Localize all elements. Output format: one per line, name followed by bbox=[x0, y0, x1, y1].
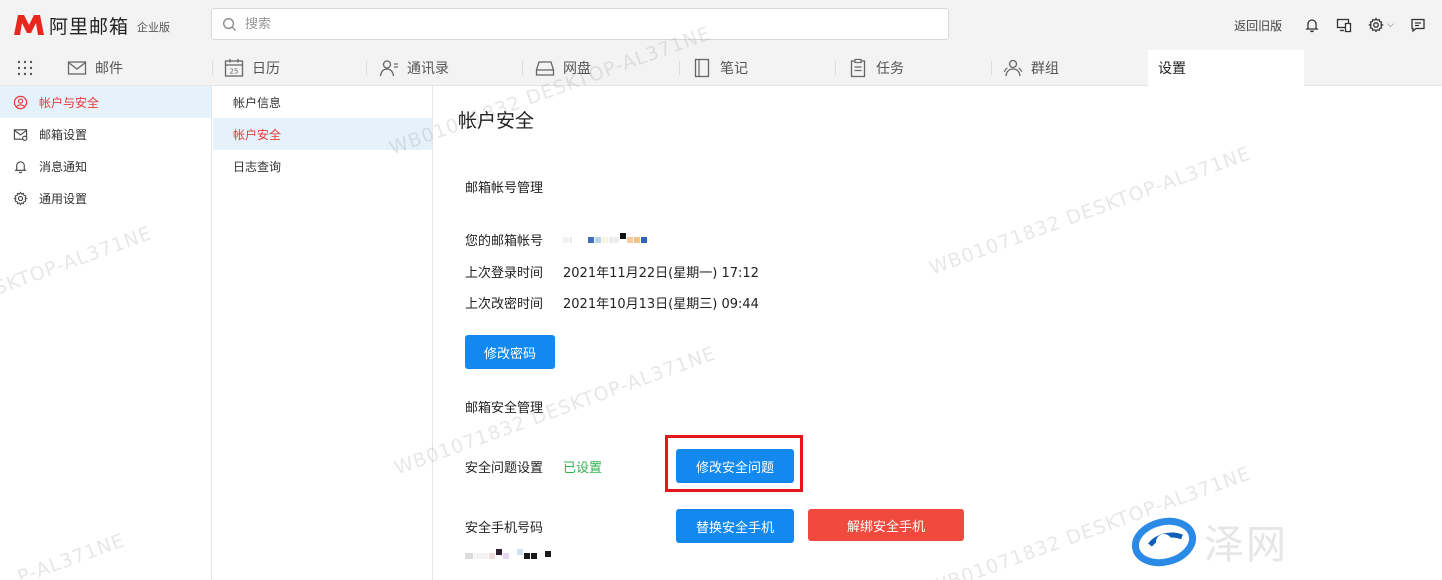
sidebar-item-label: 邮箱设置 bbox=[39, 127, 88, 142]
main-content: 帐户安全 邮箱帐号管理 您的邮箱帐号 上次登录时间 2021年11月22日(星期… bbox=[433, 86, 1442, 580]
modify-security-question-button[interactable]: 修改安全问题 bbox=[676, 449, 794, 483]
notification-bell-button[interactable] bbox=[1304, 17, 1320, 33]
sidebar-item-label: 消息通知 bbox=[39, 159, 88, 174]
tab-contacts[interactable]: 通讯录 bbox=[379, 50, 449, 86]
group-icon bbox=[1003, 59, 1023, 77]
tab-mail[interactable]: 邮件 bbox=[67, 50, 123, 86]
redacted-phone-value bbox=[465, 549, 552, 563]
sidebar-item-account-security[interactable]: 帐户与安全 bbox=[0, 86, 211, 118]
redacted-account-value bbox=[563, 232, 648, 247]
submenu-item-log-query[interactable]: 日志查询 bbox=[213, 150, 432, 182]
submenu-item-account-info[interactable]: 帐户信息 bbox=[213, 86, 432, 118]
sidebar-item-label: 帐户与安全 bbox=[39, 95, 100, 110]
tab-tasks-label: 任务 bbox=[876, 61, 904, 77]
user-circle-icon bbox=[13, 95, 28, 109]
tab-groups[interactable]: 群组 bbox=[1003, 50, 1059, 86]
svg-text:25: 25 bbox=[230, 68, 239, 76]
edition-label: 企业版 bbox=[137, 20, 171, 34]
message-icon bbox=[1411, 18, 1425, 33]
tab-settings[interactable]: 设置 bbox=[1148, 50, 1304, 86]
top-header: 阿里邮箱 企业版 返回旧版 bbox=[0, 0, 1442, 50]
security-question-row: 安全问题设置 bbox=[465, 457, 563, 476]
top-right-actions: 返回旧版 ⌵ bbox=[1234, 0, 1442, 50]
logo[interactable]: 阿里邮箱 企业版 bbox=[12, 11, 170, 39]
replace-security-phone-button[interactable]: 替换安全手机 bbox=[676, 509, 794, 543]
corner-brand-logo: 泽网 bbox=[1130, 512, 1288, 570]
sidebar-item-general-settings[interactable]: 通用设置 bbox=[0, 182, 211, 214]
devices-icon bbox=[1337, 18, 1352, 33]
app-nav-bar: 邮件 25 日历 通讯录 网盘 笔记 任务 群组 设置 bbox=[0, 50, 1442, 86]
last-login-label: 上次登录时间 bbox=[465, 266, 544, 281]
settings-menu-button[interactable]: ⌵ bbox=[1368, 17, 1394, 33]
page-title: 帐户安全 bbox=[458, 110, 535, 132]
logo-m-icon bbox=[14, 15, 44, 35]
security-question-label: 安全问题设置 bbox=[465, 461, 544, 476]
gear-icon bbox=[1368, 17, 1384, 33]
tab-drive-label: 网盘 bbox=[563, 61, 591, 77]
tasks-icon bbox=[850, 58, 866, 78]
last-login-value: 2021年11月22日(星期一) 17:12 bbox=[563, 266, 759, 281]
submenu-item-account-security[interactable]: 帐户安全 bbox=[213, 118, 432, 150]
submenu-item-label: 帐户安全 bbox=[233, 127, 282, 142]
nav-divider bbox=[366, 61, 367, 75]
bell-icon bbox=[1305, 19, 1319, 33]
section-title-security-mgmt: 邮箱安全管理 bbox=[465, 401, 544, 416]
search-box[interactable] bbox=[211, 8, 949, 40]
search-input[interactable] bbox=[245, 16, 925, 32]
settings-sidebar: 帐户与安全 邮箱设置 消息通知 通用设置 bbox=[0, 86, 212, 580]
security-phone-label: 安全手机号码 bbox=[465, 521, 544, 536]
mail-icon bbox=[67, 61, 87, 75]
tab-calendar-label: 日历 bbox=[252, 61, 280, 77]
submenu-item-label: 日志查询 bbox=[233, 159, 282, 174]
change-password-button[interactable]: 修改密码 bbox=[465, 335, 555, 369]
mail-settings-icon bbox=[13, 128, 28, 141]
nav-divider bbox=[212, 61, 213, 75]
chevron-down-icon: ⌵ bbox=[1387, 20, 1394, 30]
section-title-account-mgmt: 邮箱帐号管理 bbox=[465, 181, 544, 196]
sidebar-item-label: 通用设置 bbox=[39, 191, 88, 206]
back-to-old-version-link[interactable]: 返回旧版 bbox=[1234, 17, 1282, 34]
unbind-security-phone-button[interactable]: 解绑安全手机 bbox=[808, 509, 964, 541]
nav-divider bbox=[522, 61, 523, 75]
tab-settings-label: 设置 bbox=[1158, 61, 1186, 77]
feedback-button[interactable] bbox=[1410, 17, 1426, 33]
last-password-change-value: 2021年10月13日(星期三) 09:44 bbox=[563, 297, 759, 312]
brand-swirl-icon bbox=[1131, 517, 1197, 567]
security-question-status: 已设置 bbox=[563, 461, 603, 476]
search-icon bbox=[223, 17, 237, 31]
drive-icon bbox=[535, 61, 555, 76]
last-login-row: 上次登录时间 2021年11月22日(星期一) 17:12 bbox=[465, 262, 759, 281]
tab-notes-label: 笔记 bbox=[720, 61, 748, 77]
settings-submenu: 帐户信息 帐户安全 日志查询 bbox=[213, 86, 433, 580]
gear-icon bbox=[13, 191, 28, 205]
apps-grid-icon[interactable] bbox=[17, 60, 33, 76]
notes-icon bbox=[694, 58, 710, 78]
account-row: 您的邮箱帐号 bbox=[465, 230, 648, 249]
device-switch-button[interactable] bbox=[1336, 17, 1352, 33]
tab-notes[interactable]: 笔记 bbox=[692, 50, 748, 86]
nav-divider bbox=[991, 61, 992, 75]
tab-groups-label: 群组 bbox=[1031, 61, 1059, 77]
tab-tasks[interactable]: 任务 bbox=[848, 50, 904, 86]
app-window: 阿里邮箱 企业版 返回旧版 bbox=[0, 0, 1442, 580]
tab-contacts-label: 通讯录 bbox=[407, 61, 449, 77]
logo-text: 阿里邮箱 bbox=[49, 15, 130, 38]
security-phone-row: 安全手机号码 bbox=[465, 517, 563, 536]
submenu-item-label: 帐户信息 bbox=[233, 95, 282, 110]
tab-drive[interactable]: 网盘 bbox=[535, 50, 591, 86]
last-password-change-row: 上次改密时间 2021年10月13日(星期三) 09:44 bbox=[465, 293, 759, 312]
contacts-icon bbox=[379, 60, 398, 77]
last-password-change-label: 上次改密时间 bbox=[465, 297, 544, 312]
tab-calendar[interactable]: 25 日历 bbox=[224, 50, 280, 86]
calendar-icon: 25 bbox=[224, 59, 244, 77]
brand-text: 泽网 bbox=[1204, 522, 1288, 568]
nav-divider bbox=[679, 61, 680, 75]
tab-mail-label: 邮件 bbox=[95, 61, 123, 77]
bell-icon bbox=[14, 160, 27, 173]
sidebar-item-notifications[interactable]: 消息通知 bbox=[0, 150, 211, 182]
sidebar-item-mailbox-settings[interactable]: 邮箱设置 bbox=[0, 118, 211, 150]
nav-divider bbox=[835, 61, 836, 75]
account-label: 您的邮箱帐号 bbox=[465, 234, 544, 249]
